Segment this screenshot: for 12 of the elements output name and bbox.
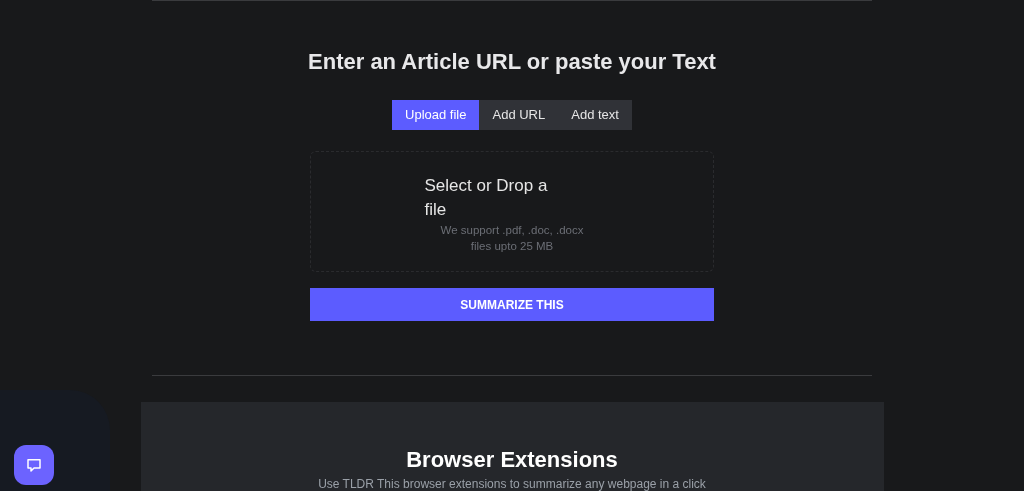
summarize-button[interactable]: SUMMARIZE THIS [310, 288, 714, 321]
chat-button[interactable] [14, 445, 54, 485]
extensions-title: Browser Extensions [406, 446, 618, 474]
tab[interactable]: Upload file [392, 100, 480, 130]
chat-bubble-icon [25, 456, 43, 474]
extensions-text: Use TLDR This browser extensions to summarize any webpage in a click [318, 477, 706, 491]
tab[interactable]: Add text [558, 100, 632, 130]
dropzone-hint: We support .pdf, .doc, .docx files upto 25 MB [439, 223, 585, 254]
file-dropzone[interactable]: Select or Drop a file We support .pdf, .doc, .docx files upto 25 MB [310, 151, 714, 272]
dropzone-title: Select or Drop a file [424, 175, 549, 221]
tab[interactable]: Add URL [479, 100, 559, 130]
page-heading: Enter an Article URL or paste your Text [308, 48, 716, 76]
